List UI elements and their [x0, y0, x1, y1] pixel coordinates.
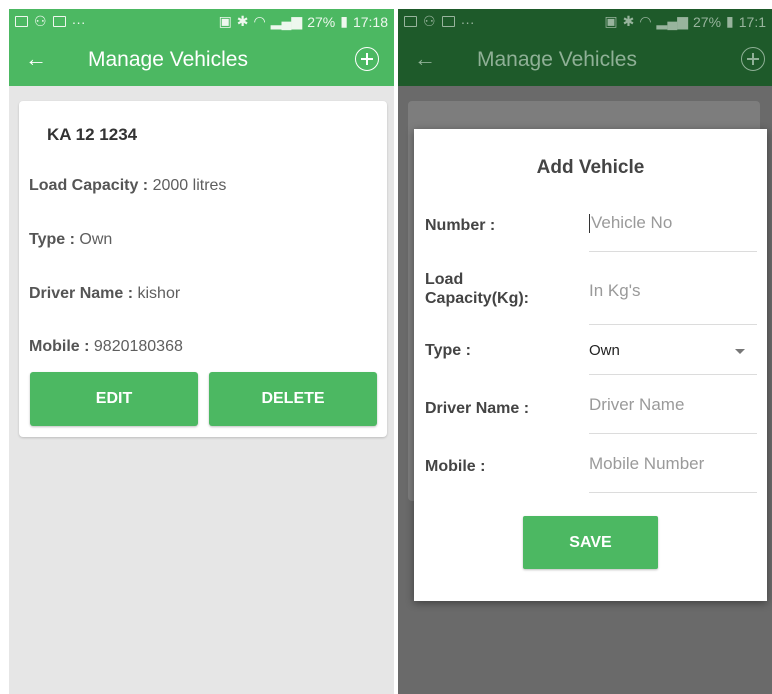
vehicle-number: KA 12 1234	[47, 125, 138, 144]
manage-vehicles-screen: ⚇ ··· ▣ ✱ ◠ ▂▄▆ 27% ▮ 17:18 ← Manage Veh…	[9, 9, 394, 694]
battery-percent: 27%	[307, 13, 336, 30]
load-capacity-label-line2: Capacity(Kg):	[425, 290, 530, 307]
type-selected-value: Own	[589, 342, 620, 359]
usb-icon: ⚇	[34, 13, 47, 29]
wifi-icon: ◠	[639, 13, 652, 29]
save-button[interactable]: SAVE	[523, 516, 658, 569]
mobile-label: Mobile :	[425, 458, 486, 475]
number-label: Number :	[425, 217, 496, 234]
add-vehicle-screen: ⚇ ··· ▣ ✱ ◠ ▂▄▆ 27% ▮ 17:1 ← Manage Vehi…	[398, 9, 772, 694]
mail-icon	[441, 16, 455, 27]
status-bar: ⚇ ··· ▣ ✱ ◠ ▂▄▆ 27% ▮ 17:18	[9, 9, 394, 34]
battery-icon: ▮	[726, 13, 734, 29]
type-dropdown[interactable]: Own	[589, 342, 757, 375]
back-arrow-icon: ←	[414, 46, 436, 71]
driver-name-input[interactable]: Driver Name	[589, 395, 757, 434]
type-row: Type : Own	[29, 231, 112, 249]
app-bar: ← Manage Vehicles	[398, 34, 772, 86]
driver-name-value: kishor	[137, 285, 181, 302]
usb-icon: ⚇	[423, 13, 436, 29]
add-circle-icon	[741, 47, 765, 71]
mobile-row: Mobile : 9820180368	[29, 338, 183, 356]
driver-name-placeholder: Driver Name	[589, 395, 685, 414]
load-capacity-row: Load Capacity : 2000 litres	[29, 177, 226, 195]
delete-button[interactable]: DELETE	[209, 372, 377, 426]
load-capacity-label: Load Capacity :	[29, 177, 149, 194]
load-capacity-label-line1: Load	[425, 271, 464, 288]
clock: 17:1	[738, 13, 766, 30]
signal-icon: ▂▄▆	[270, 13, 303, 29]
vehicle-number-input[interactable]: Vehicle No	[589, 213, 757, 252]
dropdown-caret-icon	[735, 349, 745, 354]
mobile-number-placeholder: Mobile Number	[589, 454, 705, 473]
type-label: Type :	[29, 231, 75, 248]
more-dots: ···	[71, 13, 86, 30]
vehicle-number-placeholder: Vehicle No	[591, 213, 673, 232]
text-cursor	[589, 214, 590, 234]
gallery-icon	[15, 16, 28, 27]
dialog-title: Add Vehicle	[536, 157, 645, 178]
type-label: Type :	[425, 342, 471, 359]
clock: 17:18	[352, 13, 388, 30]
page-title: Manage Vehicles	[477, 48, 637, 71]
status-bar: ⚇ ··· ▣ ✱ ◠ ▂▄▆ 27% ▮ 17:1	[398, 9, 772, 34]
signal-icon: ▂▄▆	[656, 13, 688, 29]
bluetooth-icon: ✱	[622, 13, 635, 29]
battery-percent: 27%	[693, 13, 722, 30]
wifi-icon: ◠	[253, 13, 266, 29]
gallery-icon	[404, 16, 417, 27]
mail-icon	[52, 16, 66, 27]
load-capacity-label: Load Capacity(Kg):	[425, 270, 529, 308]
more-dots: ···	[460, 13, 475, 30]
battery-icon: ▮	[340, 13, 348, 29]
mobile-value: 9820180368	[93, 338, 183, 355]
sim-icon: ▣	[604, 13, 618, 29]
load-capacity-placeholder: In Kg's	[589, 281, 641, 300]
app-bar: ← Manage Vehicles	[9, 34, 394, 86]
load-capacity-input[interactable]: In Kg's	[589, 281, 757, 325]
back-arrow-icon[interactable]: ←	[25, 47, 47, 71]
sim-icon: ▣	[218, 13, 232, 29]
bluetooth-icon: ✱	[236, 13, 249, 29]
type-value: Own	[79, 231, 113, 248]
vehicle-card: KA 12 1234 Load Capacity : 2000 litres T…	[19, 101, 387, 437]
mobile-label: Mobile :	[29, 338, 90, 355]
edit-button[interactable]: EDIT	[30, 372, 198, 426]
add-vehicle-dialog: Add Vehicle Number : Vehicle No Load Cap…	[414, 129, 767, 601]
driver-name-label: Driver Name :	[425, 400, 530, 417]
load-capacity-value: 2000 litres	[152, 177, 227, 194]
driver-name-label: Driver Name :	[29, 285, 134, 302]
driver-name-row: Driver Name : kishor	[29, 285, 180, 303]
page-title: Manage Vehicles	[88, 48, 248, 71]
add-circle-icon[interactable]	[355, 47, 379, 71]
mobile-number-input[interactable]: Mobile Number	[589, 454, 757, 493]
